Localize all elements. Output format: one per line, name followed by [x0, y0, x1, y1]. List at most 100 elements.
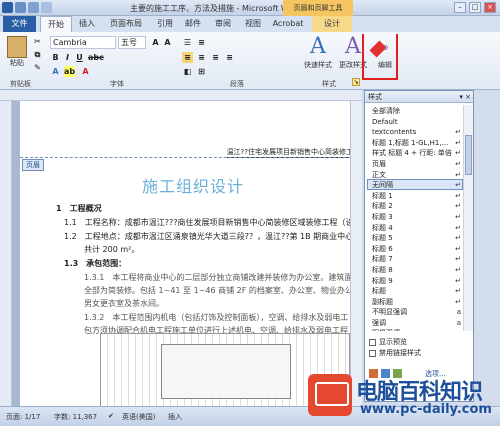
paragraph-1-3-2[interactable]: 1.3.2 本工程范围内机电（包括灯饰及控制面板），空调、给排水及弱电工	[84, 312, 348, 323]
style-type-icon: ↵	[455, 138, 461, 147]
horizontal-ruler[interactable]	[0, 90, 362, 101]
align-left-icon[interactable]: ≡	[182, 52, 193, 63]
tab-file[interactable]: 文件	[3, 16, 36, 32]
style-item[interactable]: 强调 a	[367, 317, 463, 328]
tab-acrobat[interactable]: Acrobat	[268, 16, 308, 32]
style-item[interactable]: 全部清除	[367, 105, 463, 116]
styles-scroll-thumb[interactable]	[465, 135, 472, 175]
document-title[interactable]: 施工组织设计	[20, 173, 362, 197]
style-item[interactable]: 样式 标题 4 + 行距: 单倍 ↵	[367, 147, 463, 158]
style-item[interactable]: 标题 9 ↵	[367, 275, 463, 286]
style-item[interactable]: 标题 5 ↵	[367, 232, 463, 243]
quick-styles-icon: A	[310, 34, 326, 59]
styles-dialog-launcher-icon[interactable]: ↘	[352, 78, 360, 86]
styles-pane[interactable]: 样式 ▾ × 全部清除 Default textcontents ↵ 标题 1,标题 1…	[364, 90, 474, 402]
vertical-ruler[interactable]	[0, 101, 12, 406]
show-preview-option[interactable]: 显示预览	[369, 337, 421, 348]
tab-review[interactable]: 审阅	[210, 16, 236, 32]
style-item[interactable]: 标题 1 ↵	[367, 190, 463, 201]
grow-font-icon[interactable]: A	[150, 37, 161, 48]
font-name-box[interactable]: Cambria	[50, 36, 116, 49]
paragraph-1-2[interactable]: 1.2 工程地点：成都市温江区涌泉镇光华大道三段?？，温江??第 1B 期商业中…	[64, 231, 361, 242]
style-item[interactable]: 标题 4 ↵	[367, 222, 463, 233]
cut-icon[interactable]: ✂	[32, 36, 43, 47]
numbering-icon[interactable]: ≡	[196, 37, 207, 48]
justify-icon[interactable]: ≡	[224, 52, 235, 63]
style-item[interactable]: 标题 3 ↵	[367, 211, 463, 222]
text-effects-icon[interactable]: A	[50, 66, 61, 77]
paragraph-1-3-1-cont[interactable]: 全部为简装修。包括 1~41 至 1~46 商铺 2F 的档案室、办公室、物业办…	[84, 285, 361, 296]
paragraph-1-2-cont[interactable]: 共计 200 m²。	[84, 244, 139, 255]
heading-1[interactable]: 1 工程概况	[56, 203, 102, 214]
status-words[interactable]: 字数: 11,367	[54, 412, 97, 422]
style-item[interactable]: 标题 2 ↵	[367, 200, 463, 211]
redo-icon[interactable]	[41, 2, 52, 13]
paragraph-1-1[interactable]: 1.1 工程名称：成都市温江???商住发展项目新销售中心简装修区域装修工程（设	[64, 217, 353, 228]
undo-icon[interactable]	[28, 2, 39, 13]
tab-mailings[interactable]: 邮件	[180, 16, 206, 32]
disable-linked-checkbox[interactable]	[369, 350, 376, 357]
tab-home[interactable]: 开始	[40, 16, 72, 32]
paragraph-1-3[interactable]: 1.3 承包范围：	[64, 258, 126, 269]
bold-icon[interactable]: B	[50, 52, 61, 63]
save-icon[interactable]	[15, 2, 26, 13]
document-scrollbar[interactable]	[350, 101, 362, 406]
highlight-icon[interactable]: ab	[64, 66, 75, 77]
proofing-icon[interactable]: ✔	[108, 412, 114, 420]
style-item[interactable]: 标题 6 ↵	[367, 243, 463, 254]
tab-design[interactable]: 设计	[312, 16, 352, 32]
style-item[interactable]: 副标题 ↵	[367, 296, 463, 307]
paste-icon	[7, 36, 27, 58]
close-button[interactable]: ×	[484, 2, 496, 13]
status-page[interactable]: 页面: 1/17	[6, 412, 40, 422]
align-center-icon[interactable]: ≡	[196, 52, 207, 63]
maximize-button[interactable]: □	[469, 2, 481, 13]
styles-pane-scrollbar[interactable]	[463, 105, 473, 331]
paste-button[interactable]: 粘贴	[4, 36, 30, 68]
style-item[interactable]: Default	[367, 116, 463, 127]
style-item[interactable]: 无间隔 ↵	[367, 179, 463, 190]
paragraph-1-3-1[interactable]: 1.3.1 本工程将商业中心的二层部分独立商铺改建并装修为办公室。建筑面	[84, 272, 352, 283]
style-type-icon: ↵	[455, 244, 461, 253]
copy-icon[interactable]: ⧉	[32, 49, 43, 60]
strikethrough-icon[interactable]: abc	[88, 52, 104, 63]
bullets-icon[interactable]: ☰	[182, 37, 193, 48]
word-app-icon[interactable]	[2, 2, 13, 13]
document-area[interactable]: 温江??住宅发展项目新销售中心简装修工程 页眉 施工组织设计 1 工程概况 1.…	[12, 101, 362, 406]
styles-pane-close-icon[interactable]: ▾ ×	[459, 91, 471, 103]
style-item[interactable]: 标题 ↵	[367, 285, 463, 296]
styles-list[interactable]: 全部清除 Default textcontents ↵ 标题 1,标题 1-GL,H1,…	[367, 105, 463, 331]
tab-insert[interactable]: 插入	[74, 16, 100, 32]
style-item[interactable]: 正文 ↵	[367, 169, 463, 180]
style-item[interactable]: 标题 1,标题 1-GL,H1,... ↵	[367, 137, 463, 148]
style-item[interactable]: textcontents ↵	[367, 126, 463, 137]
style-item[interactable]: 页眉 ↵	[367, 158, 463, 169]
tab-page-layout[interactable]: 页面布局	[104, 16, 148, 32]
tab-references[interactable]: 引用	[152, 16, 178, 32]
paragraph-1-3-1-end[interactable]: 男女更衣室及茶水间。	[84, 298, 164, 309]
shrink-font-icon[interactable]: A	[162, 37, 173, 48]
show-preview-checkbox[interactable]	[369, 339, 376, 346]
title-bar: 主要的施工工序、方法及措施 - Microsoft Word 页眉和页脚工具 –…	[0, 0, 500, 16]
borders-icon[interactable]: ⊞	[196, 66, 207, 77]
align-right-icon[interactable]: ≡	[210, 52, 221, 63]
tab-view[interactable]: 视图	[240, 16, 266, 32]
style-item[interactable]: 标题 8 ↵	[367, 264, 463, 275]
shading-icon[interactable]: ◧	[182, 66, 193, 77]
underline-icon[interactable]: U	[74, 52, 85, 63]
font-size-box[interactable]: 五号	[118, 36, 146, 49]
style-item[interactable]: 明显强调 a	[367, 327, 463, 331]
header-tag: 页眉	[22, 159, 44, 171]
document-page[interactable]: 温江??住宅发展项目新销售中心简装修工程 页眉 施工组织设计 1 工程概况 1.…	[20, 101, 362, 406]
status-mode[interactable]: 插入	[168, 412, 182, 422]
style-item[interactable]: 不明显强调 a	[367, 306, 463, 317]
minimize-button[interactable]: –	[454, 2, 466, 13]
style-item-label: 标题 6	[372, 244, 393, 253]
format-painter-icon[interactable]: ✎	[32, 62, 43, 73]
status-language[interactable]: 英语(美国)	[122, 412, 155, 422]
italic-icon[interactable]: I	[62, 52, 73, 63]
font-color-icon[interactable]: A	[80, 66, 91, 77]
quick-styles-button[interactable]: A 快速样式	[300, 34, 336, 70]
disable-linked-option[interactable]: 禁用链接样式	[369, 348, 421, 359]
style-item[interactable]: 标题 7 ↵	[367, 253, 463, 264]
